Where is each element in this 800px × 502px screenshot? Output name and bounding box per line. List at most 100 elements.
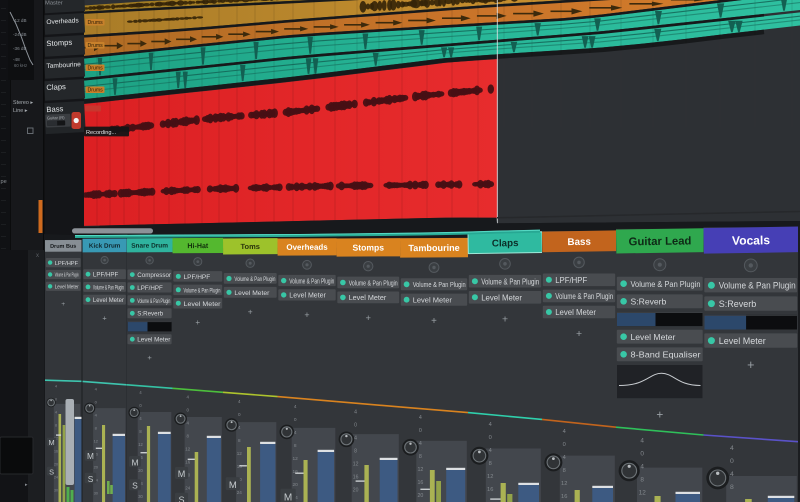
svg-text:12: 12 xyxy=(353,461,359,467)
svg-text:20: 20 xyxy=(94,465,99,470)
svg-text:Drums: Drums xyxy=(88,43,104,49)
svg-text:20: 20 xyxy=(54,463,58,467)
svg-text:0: 0 xyxy=(294,417,297,423)
svg-text:12: 12 xyxy=(487,474,493,480)
svg-text:Line ▸: Line ▸ xyxy=(13,108,28,114)
svg-text:4: 4 xyxy=(294,430,297,436)
svg-text:M: M xyxy=(229,480,237,491)
svg-text:16: 16 xyxy=(561,494,567,500)
svg-text:Volume & Pan Plugin: Volume & Pan Plugin xyxy=(137,298,170,305)
svg-text:20: 20 xyxy=(138,468,143,473)
svg-text:8: 8 xyxy=(563,468,566,474)
svg-text:M: M xyxy=(87,451,94,461)
svg-text:60 kHz: 60 kHz xyxy=(14,63,27,68)
svg-text:Volume & Pan Plugin: Volume & Pan Plugin xyxy=(289,278,334,285)
svg-text:24: 24 xyxy=(237,490,243,495)
svg-text:Level Meter: Level Meter xyxy=(631,332,676,342)
svg-text:4: 4 xyxy=(238,399,241,404)
svg-text:Drum Bus: Drum Bus xyxy=(50,244,76,250)
svg-text:4: 4 xyxy=(238,425,241,430)
svg-text:Guitar (R): Guitar (R) xyxy=(47,115,65,121)
svg-text:Level Meter: Level Meter xyxy=(719,336,766,346)
svg-text:+: + xyxy=(576,329,582,340)
svg-text:Volume & Pan Plugin: Volume & Pan Plugin xyxy=(719,281,796,291)
svg-text:Volume & Pan Plugin: Volume & Pan Plugin xyxy=(93,284,124,291)
svg-text:Level Meter: Level Meter xyxy=(184,301,222,308)
svg-text:S: S xyxy=(179,495,185,502)
svg-text:8: 8 xyxy=(354,448,357,454)
svg-text:+: + xyxy=(304,310,309,320)
svg-text:8: 8 xyxy=(419,454,422,460)
svg-text:LPF/HPF: LPF/HPF xyxy=(137,285,163,292)
svg-text:Volume & Pan Plugin: Volume & Pan Plugin xyxy=(184,287,221,294)
svg-text:4: 4 xyxy=(419,441,422,447)
svg-text:x: x xyxy=(36,253,39,259)
svg-text:M: M xyxy=(131,457,138,467)
svg-text:Volume & Pan Plugin: Volume & Pan Plugin xyxy=(555,292,613,301)
svg-text:12: 12 xyxy=(94,439,99,444)
svg-text:0: 0 xyxy=(354,422,357,428)
svg-text:8: 8 xyxy=(294,443,297,449)
svg-text:0: 0 xyxy=(563,442,566,448)
svg-text:24: 24 xyxy=(185,485,190,490)
svg-text:20: 20 xyxy=(293,482,299,488)
svg-text:8-Band Equaliser: 8-Band Equaliser xyxy=(631,350,701,360)
svg-text:S:Reverb: S:Reverb xyxy=(719,299,757,309)
svg-text:Claps: Claps xyxy=(492,238,519,249)
svg-text:Volume & Pan Plugin: Volume & Pan Plugin xyxy=(413,280,466,289)
svg-text:+: + xyxy=(195,318,200,327)
svg-text:LPF/HPF: LPF/HPF xyxy=(184,274,211,281)
svg-text:Volume & Pan Plugin: Volume & Pan Plugin xyxy=(631,279,701,289)
svg-text:Level Meter: Level Meter xyxy=(349,293,387,302)
svg-text:4: 4 xyxy=(419,415,422,421)
svg-text:Recording...: Recording... xyxy=(86,130,117,136)
svg-text:16: 16 xyxy=(185,459,190,464)
svg-text:4: 4 xyxy=(294,404,297,410)
svg-text:16: 16 xyxy=(353,474,359,480)
svg-text:30: 30 xyxy=(94,491,99,496)
svg-text:Stomps: Stomps xyxy=(352,242,384,252)
svg-text:+: + xyxy=(656,407,663,421)
svg-text:24: 24 xyxy=(54,476,58,480)
svg-text:Kick Drum: Kick Drum xyxy=(89,243,121,250)
svg-text:Level Meter: Level Meter xyxy=(93,297,124,304)
svg-text:Level Meter: Level Meter xyxy=(481,293,522,302)
svg-text:0: 0 xyxy=(730,458,734,465)
svg-text:Stereo ▸: Stereo ▸ xyxy=(13,100,33,106)
svg-text:S:Reverb: S:Reverb xyxy=(631,297,667,307)
svg-text:12: 12 xyxy=(138,442,143,447)
svg-text:Level Meter: Level Meter xyxy=(137,337,170,344)
svg-text:LPF/HPF: LPF/HPF xyxy=(555,276,587,285)
svg-text:S:Reverb: S:Reverb xyxy=(137,311,163,318)
svg-text:16: 16 xyxy=(54,450,58,454)
svg-text:4: 4 xyxy=(730,445,734,452)
svg-text:Bass: Bass xyxy=(46,104,64,114)
svg-text:Volume & Pan Plugin: Volume & Pan Plugin xyxy=(349,278,398,287)
svg-text:8: 8 xyxy=(55,424,57,428)
svg-text:-48: -48 xyxy=(13,57,20,62)
svg-text:12: 12 xyxy=(293,456,299,462)
svg-text:Toms: Toms xyxy=(240,242,260,251)
svg-text:16: 16 xyxy=(487,487,493,493)
svg-text:30: 30 xyxy=(54,489,58,493)
svg-text:M: M xyxy=(284,492,292,502)
svg-text:Hi-Hat: Hi-Hat xyxy=(187,242,209,250)
svg-text:4: 4 xyxy=(55,411,57,415)
svg-text:Vocals: Vocals xyxy=(732,233,771,248)
svg-text:Overheads: Overheads xyxy=(286,243,328,252)
svg-text:4: 4 xyxy=(489,422,492,428)
svg-text:Volume & Pan Plugin: Volume & Pan Plugin xyxy=(55,273,79,279)
svg-text:8: 8 xyxy=(238,438,241,443)
svg-text:Drums: Drums xyxy=(88,88,104,94)
svg-text:16: 16 xyxy=(417,480,423,486)
svg-text:Drums: Drums xyxy=(88,20,104,26)
svg-text:12: 12 xyxy=(561,481,567,487)
svg-text:+: + xyxy=(248,307,253,317)
svg-text:+: + xyxy=(102,313,106,322)
svg-text:12: 12 xyxy=(185,446,190,451)
svg-text:4: 4 xyxy=(640,464,644,471)
svg-text:M: M xyxy=(178,469,186,479)
svg-text:8: 8 xyxy=(640,477,644,484)
svg-text:4: 4 xyxy=(563,455,566,461)
svg-text:-12 dB: -12 dB xyxy=(13,18,27,23)
